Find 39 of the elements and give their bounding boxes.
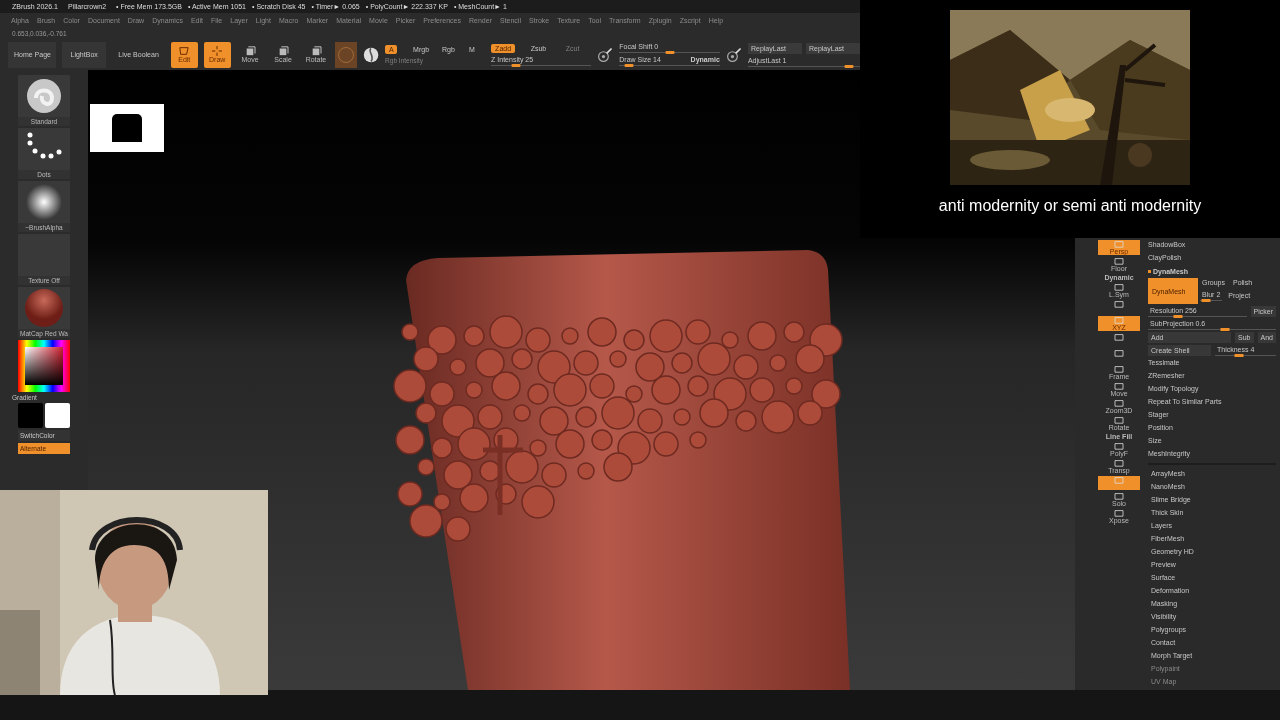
slider-thumb[interactable] xyxy=(665,51,675,54)
box-icon xyxy=(1112,459,1126,467)
slider-thumb[interactable] xyxy=(1234,354,1244,357)
brush-ball-icon xyxy=(24,76,64,116)
box-icon xyxy=(1112,333,1126,341)
box-icon xyxy=(1112,509,1126,517)
sphere-icon xyxy=(24,288,64,328)
slider-thumb[interactable] xyxy=(1220,328,1230,331)
box-icon xyxy=(1112,240,1126,248)
color-swatch[interactable] xyxy=(45,403,70,428)
brush-target-icon[interactable] xyxy=(725,45,742,64)
box-icon xyxy=(1112,442,1126,450)
box-icon xyxy=(1112,316,1126,324)
color-swatch[interactable] xyxy=(18,403,43,428)
slider-thumb[interactable] xyxy=(844,64,854,68)
slider-thumb[interactable] xyxy=(1201,299,1211,302)
box-icon xyxy=(1112,399,1126,407)
slider-thumb[interactable] xyxy=(511,63,521,67)
box-icon xyxy=(1112,365,1126,373)
color-picker[interactable] xyxy=(18,340,70,392)
overlay-caption: anti modernity or semi anti modernity xyxy=(938,197,1202,215)
box-icon xyxy=(1112,300,1126,308)
soft-glow-icon xyxy=(24,182,64,222)
material-button[interactable] xyxy=(335,41,357,68)
box-icon xyxy=(1112,476,1126,484)
slider-thumb[interactable] xyxy=(624,64,634,67)
cube-icon xyxy=(277,46,289,56)
slider-thumb[interactable] xyxy=(1173,315,1183,318)
box-icon xyxy=(1112,416,1126,424)
box-icon xyxy=(1112,257,1126,265)
box-icon xyxy=(1112,349,1126,357)
crosshair-icon xyxy=(211,46,224,56)
box-icon xyxy=(1112,283,1126,291)
cube-icon xyxy=(244,46,257,56)
box-icon xyxy=(1112,492,1126,500)
navigator-thumbnail[interactable] xyxy=(90,104,164,152)
box-icon xyxy=(1112,382,1126,390)
brush-target-icon[interactable] xyxy=(597,45,614,64)
swirl-icon[interactable] xyxy=(362,45,380,64)
